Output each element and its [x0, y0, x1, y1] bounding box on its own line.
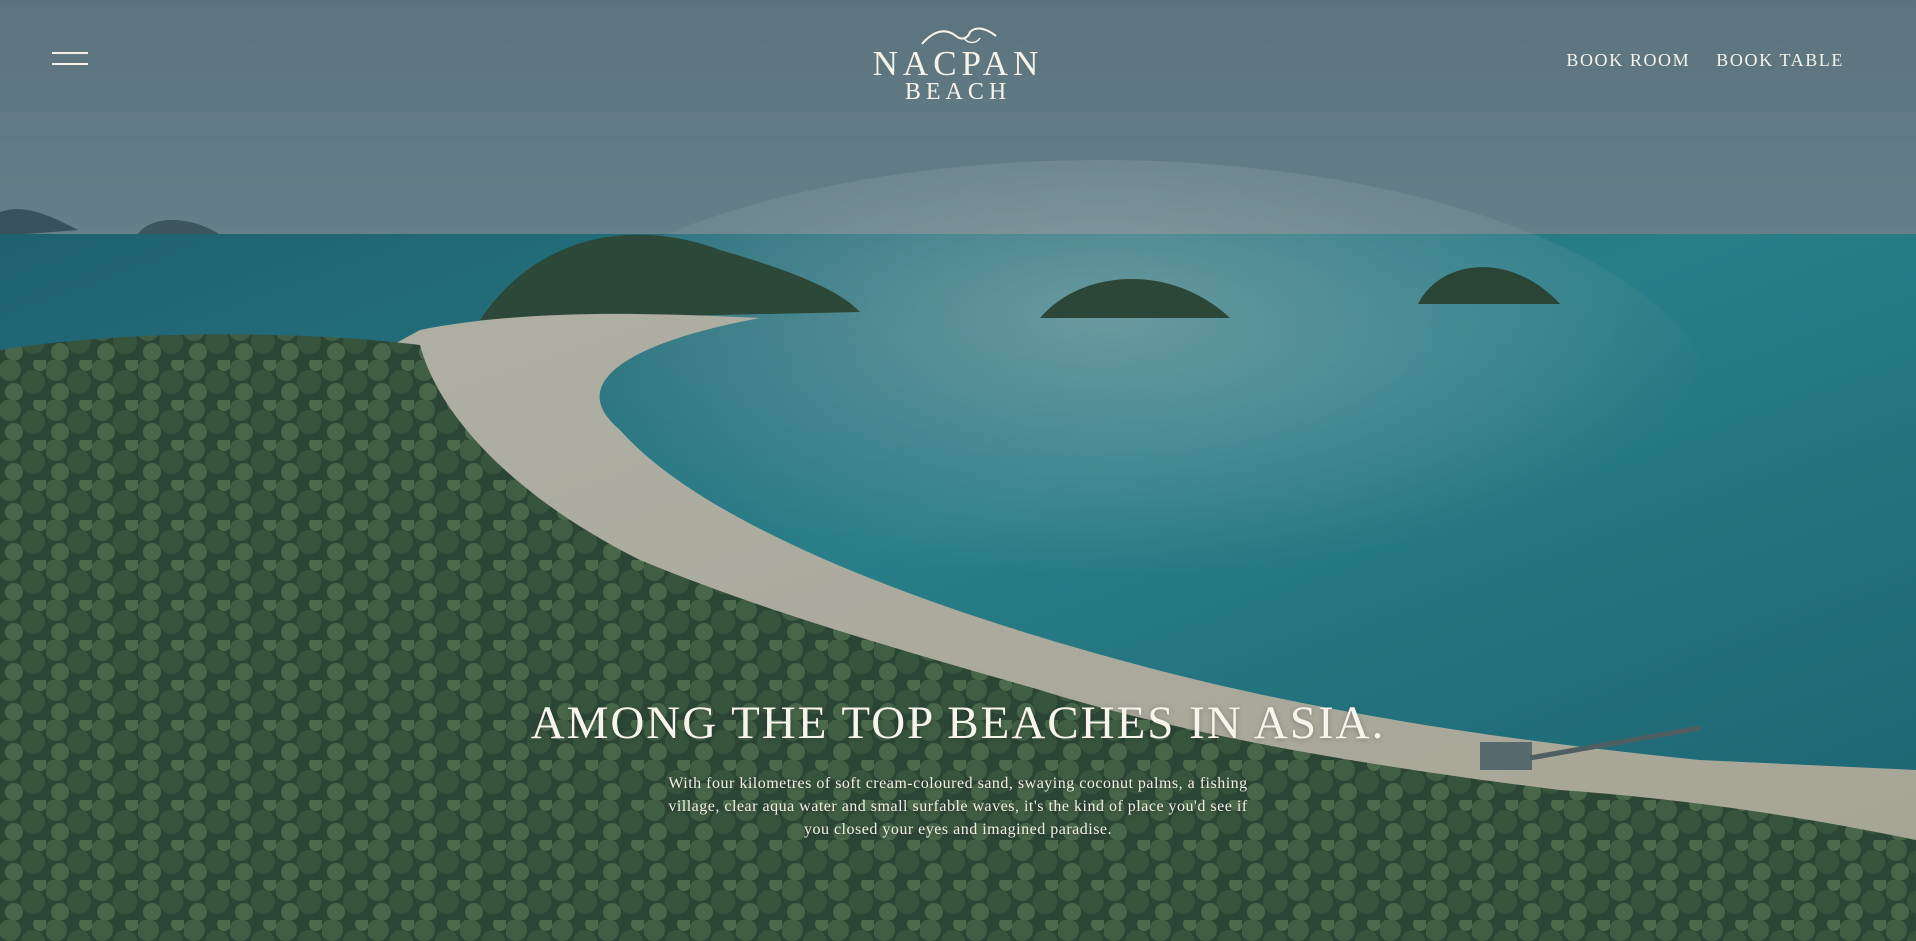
- logo-text-nacpan: NACPAN: [872, 44, 1044, 83]
- menu-line: [52, 63, 88, 65]
- top-nav: BOOK ROOM BOOK TABLE: [1566, 50, 1844, 71]
- nacpan-beach-logo[interactable]: NACPAN BEACH: [868, 26, 1048, 106]
- logo-text-beach: BEACH: [904, 79, 1012, 105]
- hero-description: With four kilometres of soft cream-colou…: [668, 775, 1248, 838]
- hamburger-menu-icon[interactable]: [52, 50, 90, 68]
- hero-headline: AMONG THE TOP BEACHES IN ASIA.: [530, 697, 1386, 749]
- menu-line: [52, 52, 88, 54]
- book-table-link[interactable]: BOOK TABLE: [1716, 50, 1844, 71]
- book-room-link[interactable]: BOOK ROOM: [1566, 50, 1690, 71]
- hero-section: NACPAN BEACH BOOK ROOM BOOK TABLE AMONG …: [0, 0, 1916, 941]
